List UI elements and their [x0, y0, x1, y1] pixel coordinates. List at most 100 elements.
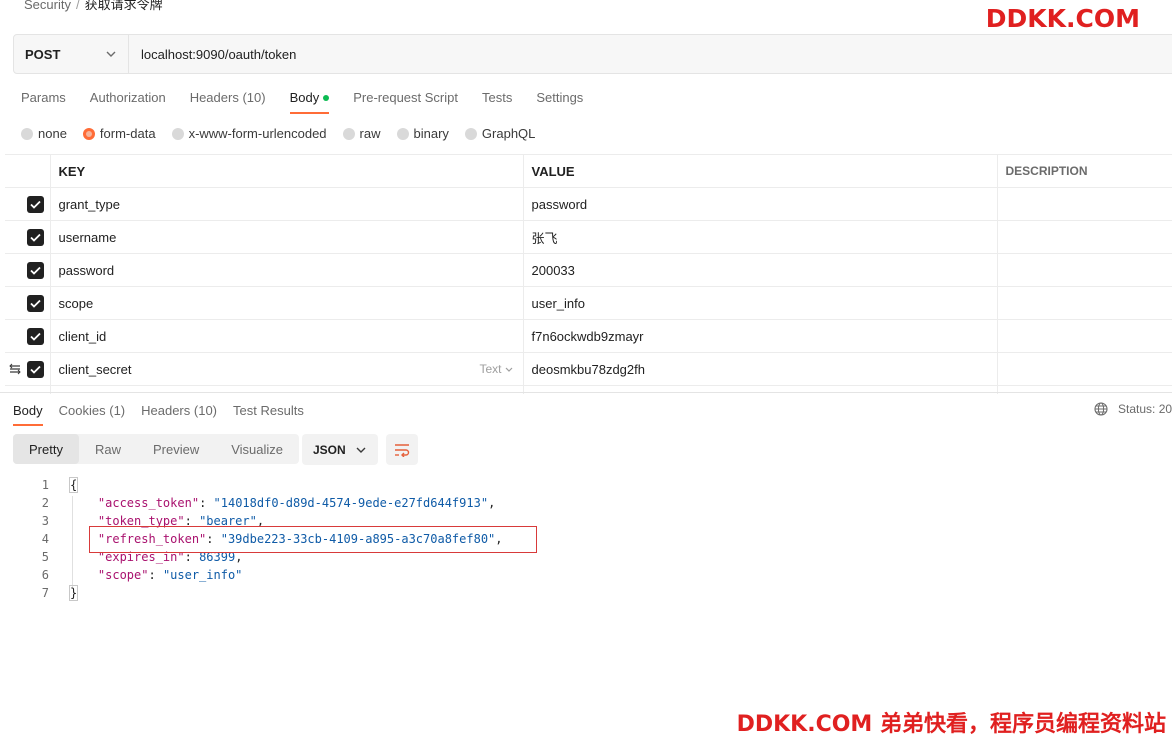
row-check-cell [5, 220, 51, 254]
table-row: client_id f7n6ockwdb9zmayr [5, 319, 1172, 353]
tab-headers[interactable]: Headers (10) [178, 82, 278, 114]
tab-params[interactable]: Params [9, 82, 78, 114]
pane-divider[interactable] [0, 392, 1172, 393]
watermark-bottom: DDKK.COM 弟弟快看，程序员编程资料站 [736, 712, 1166, 736]
key-cell[interactable]: password [50, 253, 524, 287]
description-cell[interactable] [997, 220, 1172, 254]
body-type-none[interactable]: none [21, 126, 67, 141]
checkbox-checked[interactable] [27, 328, 44, 345]
status-label: Status: 20 [1118, 402, 1172, 416]
response-tab-cookies[interactable]: Cookies (1) [51, 396, 133, 426]
description-cell[interactable] [997, 187, 1172, 221]
radio-icon [21, 127, 33, 140]
globe-icon[interactable] [1094, 402, 1108, 416]
response-tab-headers[interactable]: Headers (10) [133, 396, 225, 426]
table-row: scope user_info [5, 286, 1172, 320]
key-cell[interactable]: scope [50, 286, 524, 320]
breadcrumb: Security / 获取请求令牌 [24, 0, 163, 13]
checkbox-checked[interactable] [27, 196, 44, 213]
view-tab-pretty[interactable]: Pretty [13, 434, 79, 464]
code-line: 7 } [0, 584, 1172, 602]
tab-body[interactable]: Body [278, 82, 342, 114]
value-cell[interactable]: password [523, 187, 998, 221]
response-tab-body[interactable]: Body [5, 396, 51, 426]
tab-settings[interactable]: Settings [524, 82, 595, 114]
description-cell[interactable] [997, 352, 1172, 386]
checkbox-checked[interactable] [27, 295, 44, 312]
table-header-row: KEY VALUE DESCRIPTION [5, 154, 1172, 188]
value-cell[interactable]: 200033 [523, 253, 998, 287]
tab-label: Test Results [233, 403, 304, 418]
body-type-binary[interactable]: binary [396, 126, 449, 141]
check-icon [30, 233, 41, 242]
json-value: "14018df0-d89d-4574-9ede-e27fd644f913" [213, 496, 489, 510]
value-cell[interactable]: user_info [523, 286, 998, 320]
response-tabs: Body Cookies (1) Headers (10) Test Resul… [5, 396, 312, 426]
wrap-lines-icon [395, 443, 410, 457]
json-value: "user_info" [162, 568, 243, 582]
tab-count: (1) [109, 403, 126, 418]
header-check [5, 154, 51, 188]
code-content: "access_token": "14018df0-d89d-4574-9ede… [97, 496, 496, 510]
code-line: 2 "access_token": "14018df0-d89d-4574-9e… [0, 494, 1172, 512]
checkbox-checked[interactable] [27, 229, 44, 246]
code-line: 6 "scope": "user_info" [0, 566, 1172, 584]
tab-tests[interactable]: Tests [470, 82, 524, 114]
tab-label: Body [13, 403, 43, 418]
radio-icon [396, 127, 409, 140]
tab-label: Tests [481, 90, 513, 105]
key-cell[interactable]: client_secret Text [50, 352, 524, 386]
radio-icon [464, 127, 477, 140]
tab-label: Headers [189, 90, 239, 105]
value-type-select[interactable]: Text [479, 362, 512, 376]
description-cell[interactable] [997, 286, 1172, 320]
tab-label: Cookies [58, 403, 106, 418]
code-line: 1 { [0, 476, 1172, 494]
value-cell[interactable]: deosmkbu78zdg2fh [523, 352, 998, 386]
value-cell[interactable]: 张飞 [523, 220, 998, 254]
table-row: grant_type password [5, 187, 1172, 221]
tab-label: Body [289, 90, 320, 105]
open-brace: { [69, 477, 79, 493]
code-content: { [49, 477, 79, 493]
json-key: "access_token" [97, 496, 200, 510]
breadcrumb-parent[interactable]: Security [24, 0, 71, 12]
radio-icon [171, 127, 184, 140]
response-tab-test-results[interactable]: Test Results [225, 396, 312, 426]
body-type-graphql[interactable]: GraphQL [464, 126, 535, 141]
description-cell[interactable] [997, 253, 1172, 287]
header-key: KEY [50, 154, 524, 188]
value-cell[interactable]: f7n6ockwdb9zmayr [523, 319, 998, 353]
body-type-raw[interactable]: raw [342, 126, 381, 141]
body-type-options: none form-data x-www-form-urlencoded raw… [21, 126, 551, 141]
checkbox-checked[interactable] [27, 262, 44, 279]
tab-authorization[interactable]: Authorization [78, 82, 178, 114]
view-tab-preview[interactable]: Preview [137, 434, 215, 464]
url-input[interactable] [129, 35, 1172, 73]
header-description: DESCRIPTION [997, 154, 1172, 188]
body-type-label: x-www-form-urlencoded [188, 126, 327, 141]
key-cell-content: client_secret Text [59, 362, 523, 377]
refresh-token-highlight-box [89, 526, 537, 553]
tab-label: Params [21, 90, 66, 105]
tab-label: Pre-request Script [353, 90, 458, 105]
value-type-label: Text [479, 362, 502, 376]
view-tab-raw[interactable]: Raw [79, 434, 137, 464]
response-status: Status: 20 [1094, 402, 1172, 416]
wrap-lines-button[interactable] [386, 434, 418, 465]
view-tab-visualize[interactable]: Visualize [215, 434, 299, 464]
key-cell[interactable]: grant_type [50, 187, 524, 221]
line-number: 2 [41, 496, 49, 510]
body-type-form-data[interactable]: form-data [82, 126, 156, 141]
body-type-urlencoded[interactable]: x-www-form-urlencoded [171, 126, 327, 141]
format-select[interactable]: JSON [302, 434, 378, 465]
chevron-down-icon [356, 447, 366, 453]
key-cell[interactable]: client_id [50, 319, 524, 353]
description-cell[interactable] [997, 319, 1172, 353]
checkbox-checked[interactable] [27, 361, 44, 378]
method-select[interactable]: POST [14, 35, 129, 73]
tab-pre-request-script[interactable]: Pre-request Script [341, 82, 470, 114]
tab-count: (10) [193, 403, 218, 418]
key-cell[interactable]: username [50, 220, 524, 254]
drag-handle-icon[interactable] [9, 363, 21, 375]
